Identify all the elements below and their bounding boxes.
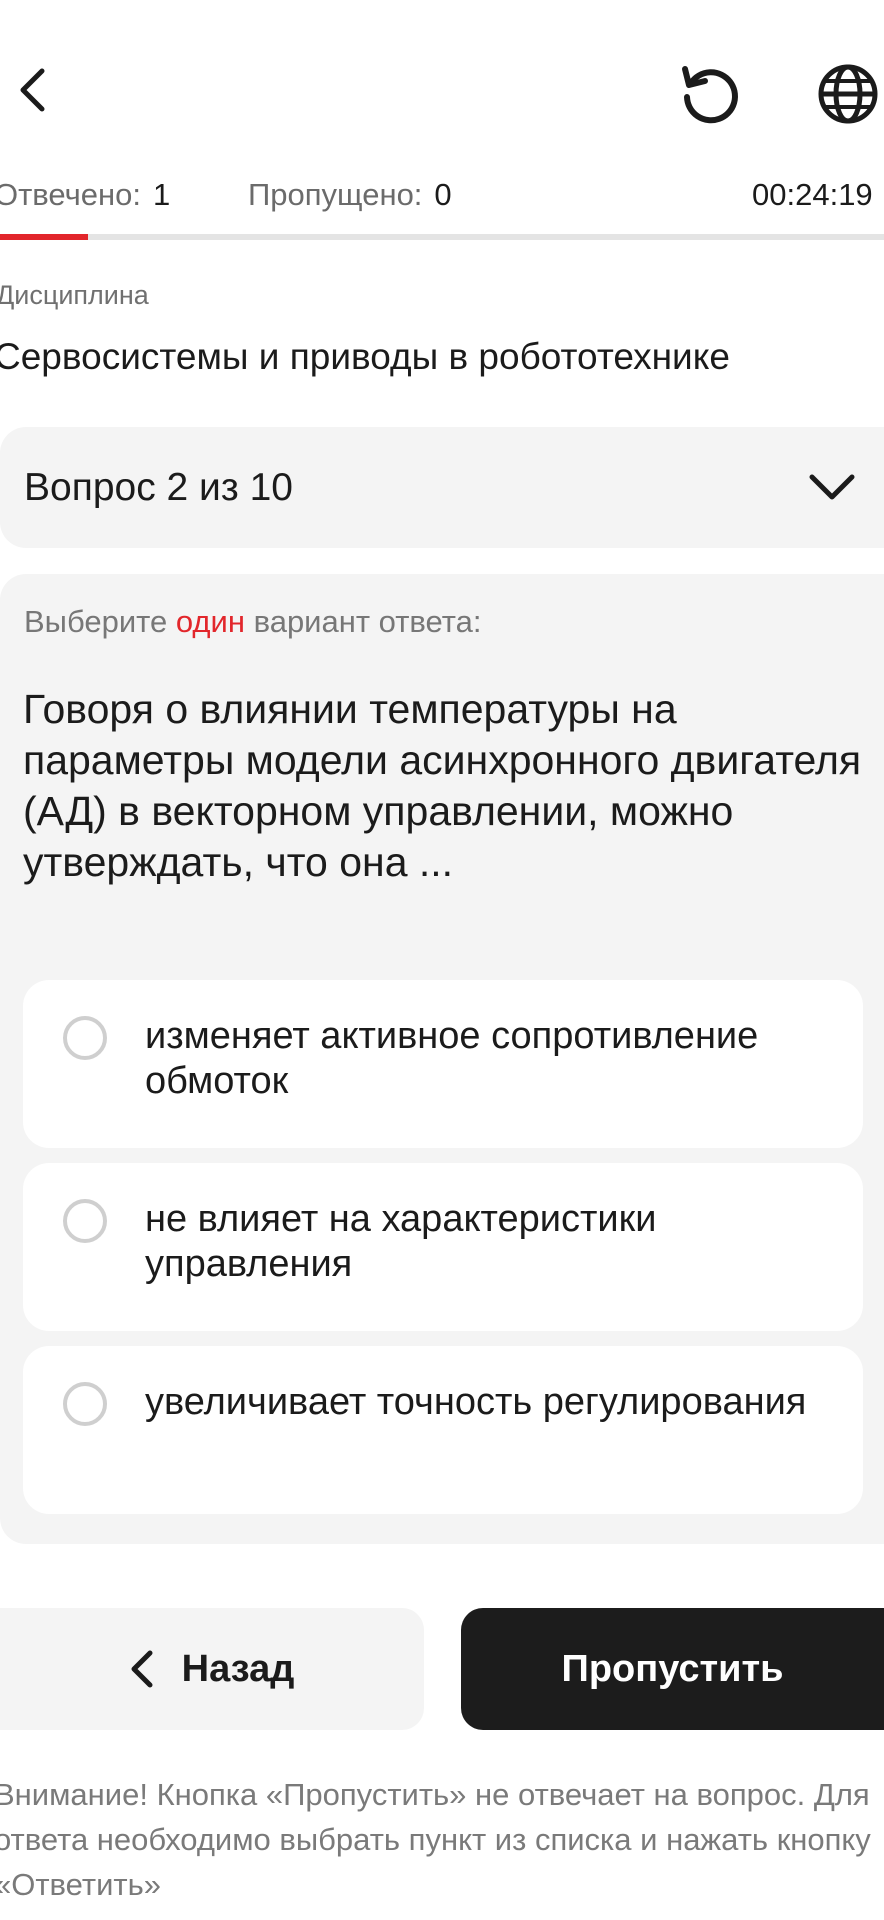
answered-label: Отвечено: [0, 177, 142, 212]
instruction-end: вариант ответа: [244, 604, 482, 639]
instruction-start: Выберите [24, 604, 176, 639]
timer: 00:24:19 [752, 177, 873, 212]
answer-option-text: увеличивает точность регулирования [145, 1381, 807, 1423]
answered-counter: Отвечено: 1 [0, 170, 170, 220]
quiz-screen: Отвечено: 1 Пропущено: 0 00:24:19 Дисципли… [0, 0, 884, 1920]
discipline-title: Сервосистемы и приводы в робототехнике [0, 336, 730, 377]
skip-button[interactable]: Пропустить [461, 1608, 884, 1730]
chevron-left-icon [20, 68, 45, 112]
progress-fill [0, 234, 89, 240]
answer-counters: Отвечено: 1 Пропущено: 0 00:24:19 [0, 170, 884, 220]
chevron-down-icon [809, 474, 855, 500]
skip-button-label: Пропустить [561, 1647, 784, 1690]
back-button[interactable]: Назад [0, 1608, 424, 1730]
answer-option[interactable]: изменяет активное сопротивление обмоток [23, 980, 863, 1148]
globe-icon [818, 64, 878, 124]
answer-option-text: не влияет на характеристики управления [145, 1198, 657, 1285]
answer-option[interactable]: не влияет на характеристики управления [23, 1163, 863, 1331]
top-bar [0, 0, 884, 175]
radio-button[interactable] [63, 1382, 107, 1426]
question-text: Говоря о влиянии температуры на параметр… [23, 686, 862, 885]
answer-option-text: изменяет активное сопротивление обмоток [145, 1015, 759, 1102]
discipline-label: Дисциплина [0, 280, 149, 310]
chevron-left-icon [131, 1650, 153, 1688]
skipped-value: 0 [434, 177, 452, 212]
answered-value: 1 [153, 177, 171, 212]
language-button[interactable] [812, 58, 884, 130]
progress-bar [0, 234, 884, 240]
question-selector-dropdown[interactable]: Вопрос 2 из 10 [0, 427, 884, 548]
skipped-counter: Пропущено: 0 [248, 170, 452, 220]
answer-instruction: Выберите один вариант ответа: [24, 604, 481, 640]
skipped-label: Пропущено: [248, 177, 423, 212]
skip-warning-notice: Внимание! Кнопка «Пропустить» не отвечае… [0, 1777, 871, 1902]
back-icon-button[interactable] [2, 55, 62, 125]
reset-button[interactable] [670, 58, 750, 130]
restart-icon [682, 66, 738, 124]
answer-option[interactable]: увеличивает точность регулирования [23, 1346, 863, 1514]
radio-button[interactable] [63, 1199, 107, 1243]
question-card: Выберите один вариант ответа: Говоря о в… [0, 574, 884, 1544]
question-number: Вопрос 2 из 10 [24, 466, 293, 509]
radio-button[interactable] [63, 1016, 107, 1060]
back-button-label: Назад [181, 1647, 295, 1690]
instruction-accent: один [175, 604, 245, 639]
